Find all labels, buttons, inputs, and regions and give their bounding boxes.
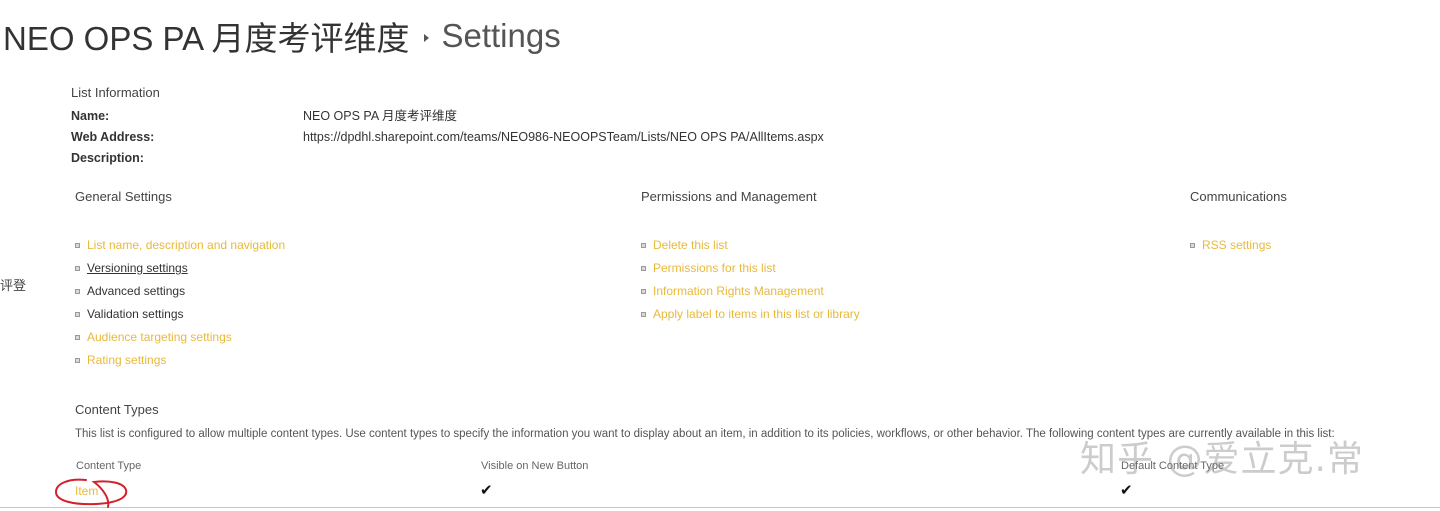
content-types-heading: Content Types xyxy=(75,402,159,417)
description-label: Description: xyxy=(71,151,144,165)
bullet-icon xyxy=(75,266,80,271)
list-item: Apply label to items in this list or lib… xyxy=(641,303,860,326)
bullet-icon xyxy=(75,358,80,363)
page-title: NEO OPS PA 月度考评维度 Settings xyxy=(3,14,561,58)
delete-list-link[interactable]: Delete this list xyxy=(653,234,728,257)
list-item: Versioning settings xyxy=(75,257,285,280)
general-settings-list: List name, description and navigation Ve… xyxy=(75,234,285,372)
web-address-value: https://dpdhl.sharepoint.com/teams/NEO98… xyxy=(303,130,824,144)
rating-settings-link[interactable]: Rating settings xyxy=(87,349,166,372)
visible-checkmark-icon: ✔ xyxy=(480,481,493,499)
name-label: Name: xyxy=(71,109,110,123)
list-item: Information Rights Management xyxy=(641,280,860,303)
advanced-settings-link[interactable]: Advanced settings xyxy=(87,280,185,303)
watermark: 知乎 @爱立克.常 xyxy=(1080,439,1364,480)
list-item: Rating settings xyxy=(75,349,285,372)
communications-heading: Communications xyxy=(1190,189,1287,204)
bullet-icon xyxy=(75,312,80,317)
breadcrumb-current-page: Settings xyxy=(441,17,561,54)
validation-settings-link[interactable]: Validation settings xyxy=(87,303,184,326)
list-item: RSS settings xyxy=(1190,234,1271,257)
list-item: Delete this list xyxy=(641,234,860,257)
list-information-heading: List Information xyxy=(71,85,160,100)
breadcrumb-chevron-icon xyxy=(424,34,430,42)
list-item: Validation settings xyxy=(75,303,285,326)
apply-label-link[interactable]: Apply label to items in this list or lib… xyxy=(653,303,860,326)
rss-settings-link[interactable]: RSS settings xyxy=(1202,234,1271,257)
bullet-icon xyxy=(75,335,80,340)
name-value: NEO OPS PA 月度考评维度 xyxy=(303,109,457,123)
permissions-management-list: Delete this list Permissions for this li… xyxy=(641,234,860,326)
bullet-icon xyxy=(641,289,646,294)
audience-targeting-settings-link[interactable]: Audience targeting settings xyxy=(87,326,232,349)
general-settings-heading: General Settings xyxy=(75,189,172,204)
list-item: List name, description and navigation xyxy=(75,234,285,257)
web-address-label: Web Address: xyxy=(71,130,155,144)
list-permissions-link[interactable]: Permissions for this list xyxy=(653,257,776,280)
column-header-content-type: Content Type xyxy=(76,460,142,472)
default-checkmark-icon: ✔ xyxy=(1120,481,1133,499)
list-name-description-navigation-link[interactable]: List name, description and navigation xyxy=(87,234,285,257)
bullet-icon xyxy=(641,243,646,248)
permissions-management-heading: Permissions and Management xyxy=(641,189,817,204)
list-item: Audience targeting settings xyxy=(75,326,285,349)
content-type-item-link[interactable]: Item xyxy=(75,484,98,498)
left-nav-partial-item[interactable]: 评登 xyxy=(0,275,26,294)
bullet-icon xyxy=(641,266,646,271)
versioning-settings-link[interactable]: Versioning settings xyxy=(87,257,188,280)
bullet-icon xyxy=(1190,243,1195,248)
communications-list: RSS settings xyxy=(1190,234,1271,257)
breadcrumb-list-link[interactable]: NEO OPS PA 月度考评维度 xyxy=(3,12,409,60)
bullet-icon xyxy=(641,312,646,317)
information-rights-management-link[interactable]: Information Rights Management xyxy=(653,280,824,303)
list-item: Advanced settings xyxy=(75,280,285,303)
row-divider xyxy=(0,507,1440,508)
column-header-visible-on-new-button: Visible on New Button xyxy=(481,460,589,472)
list-item: Permissions for this list xyxy=(641,257,860,280)
bullet-icon xyxy=(75,243,80,248)
bullet-icon xyxy=(75,289,80,294)
